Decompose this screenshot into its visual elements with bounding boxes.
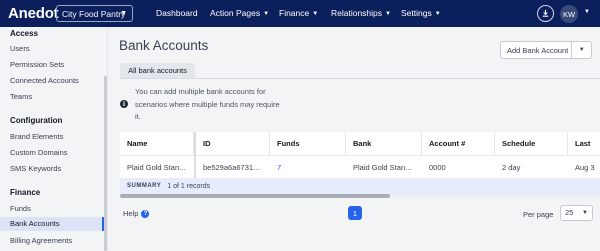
sidebar-scrollbar[interactable] [104,76,107,251]
cell-id: be529a6a6731... [196,155,270,178]
chevron-down-icon[interactable]: ▼ [572,47,591,53]
per-page-value: 25 [565,208,574,217]
per-page-select[interactable]: 25 ▼ [560,205,593,221]
chevron-down-icon[interactable]: ▼ [584,9,590,15]
main-content: Bank Accounts Add Bank Account ▼ All ban… [108,27,600,251]
nav-action-pages-label: Action Pages [210,8,261,18]
add-bank-account-button[interactable]: Add Bank Account ▼ [500,41,592,59]
column-header-account-number[interactable]: Account # [422,132,495,155]
settings-sidebar: Access Users Permission Sets Connected A… [0,27,108,251]
sidebar-heading-access: Access [10,29,39,38]
nav-relationships[interactable]: Relationships ▼ [331,8,391,18]
chevron-down-icon: ▼ [434,11,441,17]
column-header-funds[interactable]: Funds [270,132,346,155]
sidebar-item-brand-elements[interactable]: Brand Elements [0,130,104,144]
cell-account-number: 0000 [422,155,495,178]
chevron-down-icon: ▼ [582,210,588,216]
sidebar-item-users[interactable]: Users [0,42,104,56]
sidebar-item-bank-accounts[interactable]: Bank Accounts [0,217,104,231]
sidebar-heading-finance: Finance [10,188,41,197]
sidebar-item-teams[interactable]: Teams [0,90,104,104]
column-header-schedule[interactable]: Schedule [495,132,568,155]
download-button[interactable] [537,5,554,22]
organization-select[interactable]: City Food Pantry ▼ [56,5,133,22]
column-header-id[interactable]: ID [196,132,270,155]
anedot-logo[interactable]: Anedot [8,5,59,22]
per-page-label: Per page [523,210,554,219]
tab-all-bank-accounts[interactable]: All bank accounts [120,63,195,78]
user-avatar[interactable]: KW [560,5,578,23]
chevron-down-icon: ▼ [263,11,270,17]
column-header-last[interactable]: Last [568,132,600,155]
help-link[interactable]: Help ? [123,209,150,218]
sidebar-item-funds[interactable]: Funds [0,202,104,216]
add-bank-account-label: Add Bank Account [507,45,569,55]
chevron-down-icon: ▼ [120,10,127,17]
cell-bank: Plaid Gold Stan... [346,155,422,178]
sidebar-item-custom-domains[interactable]: Custom Domains [0,146,104,160]
nav-settings-label: Settings [401,8,432,18]
avatar-initials: KW [562,9,576,19]
sidebar-item-permission-sets[interactable]: Permission Sets [0,58,104,72]
chevron-down-icon: ▼ [312,11,319,17]
cell-schedule: 2 day [495,155,568,178]
info-message: You can add multiple bank accounts for s… [135,87,280,121]
top-navigation-bar: Anedot City Food Pantry ▼ Dashboard Acti… [0,0,600,27]
sidebar-heading-configuration: Configuration [10,116,63,125]
table-horizontal-scrollbar[interactable] [120,194,390,198]
nav-dashboard[interactable]: Dashboard [156,8,198,18]
download-icon [542,9,549,17]
sidebar-item-connected-accounts[interactable]: Connected Accounts [0,74,104,88]
nav-finance[interactable]: Finance ▼ [279,8,318,18]
tab-divider [120,78,600,79]
cell-funds-link[interactable]: 7 [270,155,346,178]
frozen-column-divider [194,132,196,178]
nav-dashboard-label: Dashboard [156,8,198,18]
help-label: Help [123,209,139,218]
column-header-bank[interactable]: Bank [346,132,422,155]
table-summary: SUMMARY 1 of 1 records [120,178,600,194]
sidebar-item-billing-agreements[interactable]: Billing Agreements [0,234,104,248]
cell-last: Aug 3 [568,155,600,178]
cell-name[interactable]: Plaid Gold Stan... [120,155,194,178]
nav-settings[interactable]: Settings ▼ [401,8,441,18]
page-title: Bank Accounts [119,38,209,53]
organization-select-value: City Food Pantry [62,8,126,19]
nav-action-pages[interactable]: Action Pages ▼ [210,8,269,18]
chevron-down-icon: ▼ [385,11,391,17]
sidebar-item-sms-keywords[interactable]: SMS Keywords [0,162,104,176]
pagination-page-button[interactable]: 1 [348,206,362,220]
summary-value: 1 of 1 records [167,182,211,190]
nav-relationships-label: Relationships [331,8,383,18]
column-header-name[interactable]: Name [120,132,194,155]
info-icon: i [120,100,128,108]
question-icon: ? [141,209,150,218]
summary-label: SUMMARY [127,183,162,189]
nav-finance-label: Finance [279,8,310,18]
